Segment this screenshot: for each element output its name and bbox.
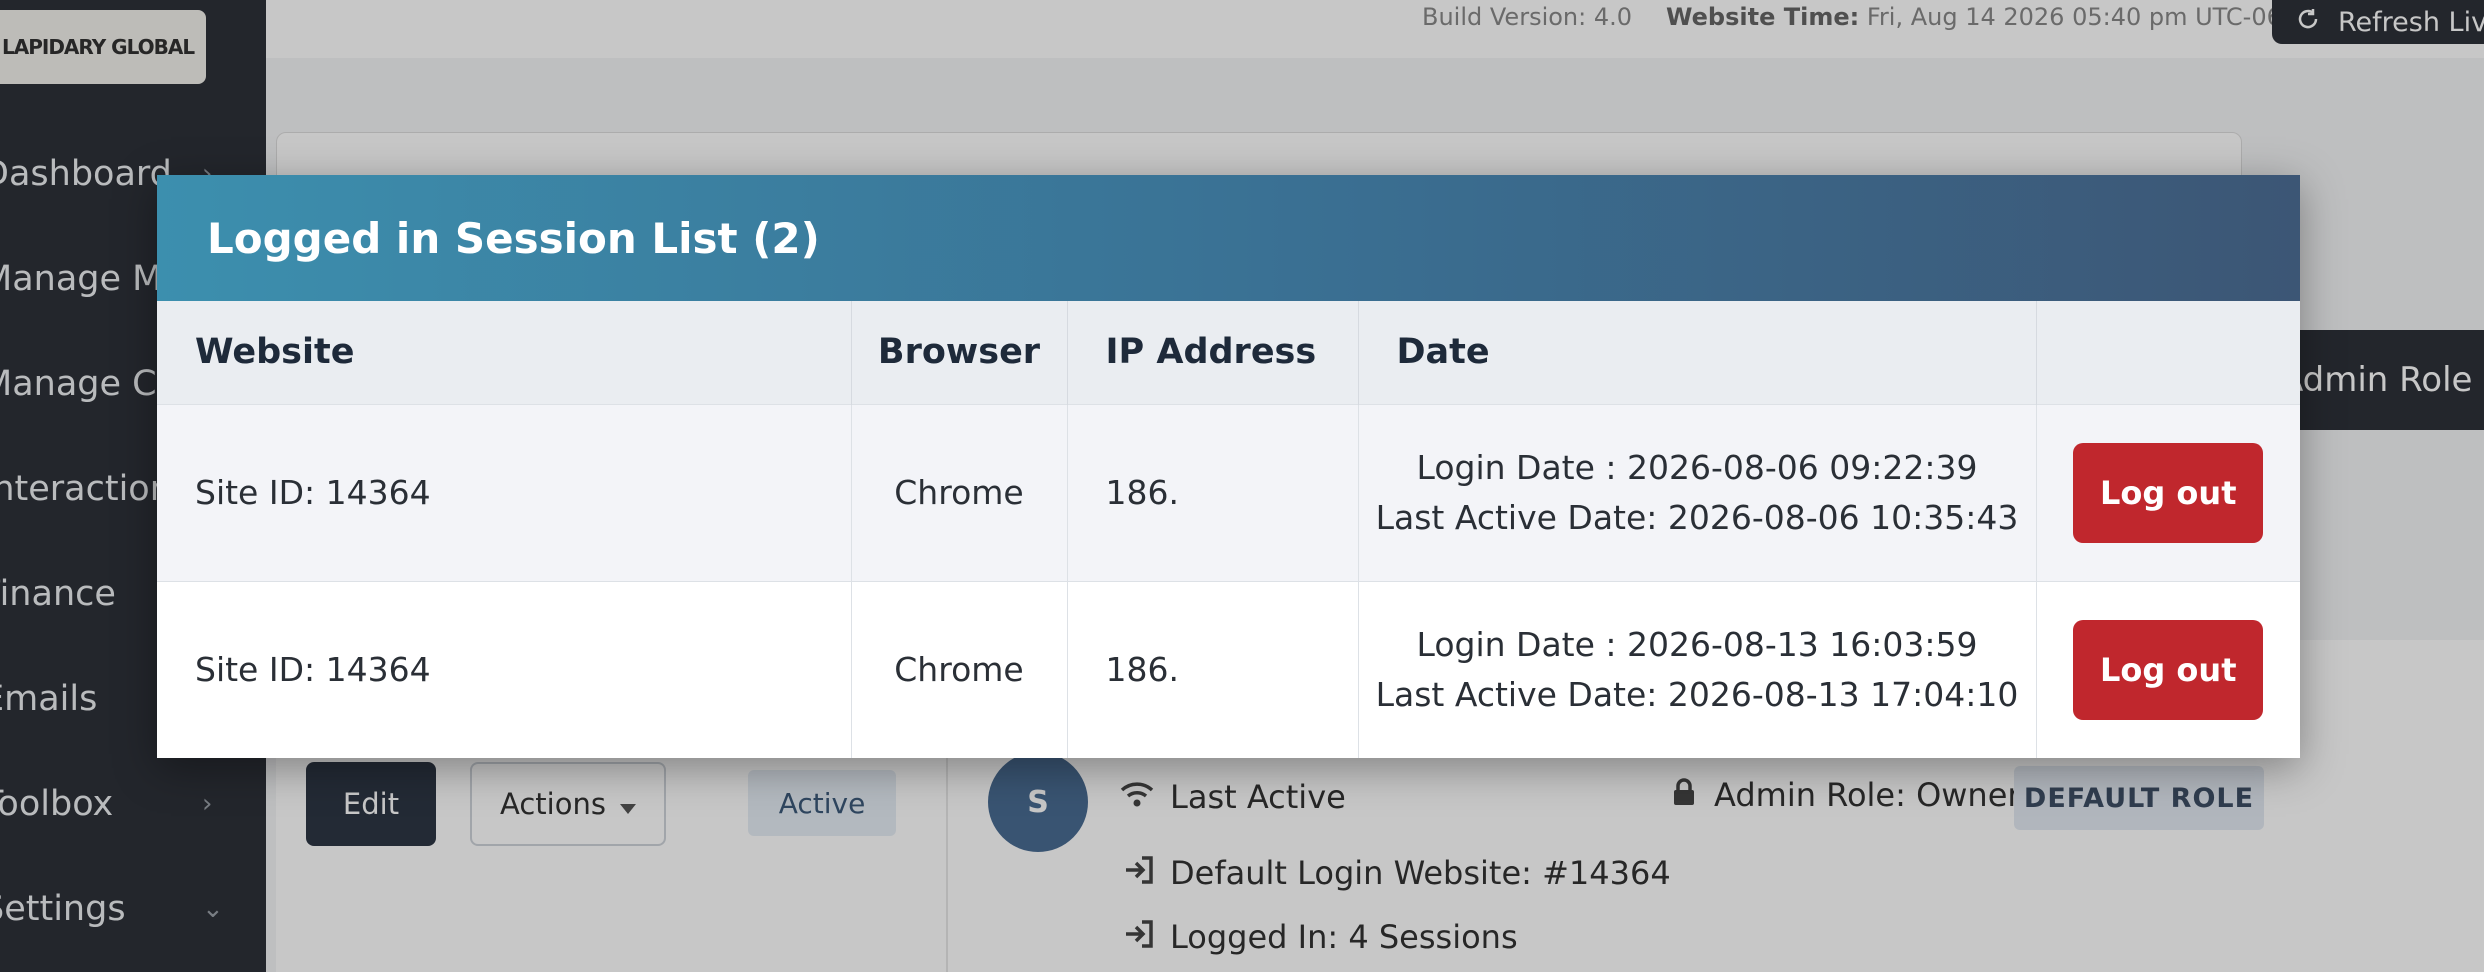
- column-header-browser: Browser: [851, 301, 1068, 404]
- modal-header: Logged in Session List (2): [157, 175, 2300, 301]
- session-table: Website Browser IP Address Date Site ID:…: [157, 301, 2300, 758]
- action-cell: Log out: [2036, 404, 2300, 581]
- table-row: Site ID: 14364 Chrome 186. Login Date : …: [157, 404, 2300, 581]
- date-cell: Login Date : 2026-08-06 09:22:39 Last Ac…: [1358, 404, 2037, 581]
- date-cell: Login Date : 2026-08-13 16:03:59 Last Ac…: [1358, 581, 2037, 758]
- login-date: Login Date : 2026-08-06 09:22:39: [1416, 447, 1978, 487]
- browser-cell: Chrome: [851, 404, 1068, 581]
- login-date: Login Date : 2026-08-13 16:03:59: [1416, 624, 1978, 664]
- log-out-button[interactable]: Log out: [2073, 619, 2264, 720]
- column-header-date: Date: [1358, 301, 2037, 404]
- session-list-modal: Logged in Session List (2) Website Brows…: [157, 175, 2300, 758]
- website-cell: Site ID: 14364: [157, 581, 852, 758]
- ip-cell: 186.: [1067, 581, 1359, 758]
- column-header-website: Website: [157, 301, 852, 404]
- log-out-button[interactable]: Log out: [2073, 442, 2264, 543]
- browser-cell: Chrome: [851, 581, 1068, 758]
- table-row: Site ID: 14364 Chrome 186. Login Date : …: [157, 581, 2300, 758]
- last-active-date: Last Active Date: 2026-08-06 10:35:43: [1375, 497, 2019, 537]
- action-cell: Log out: [2036, 581, 2300, 758]
- column-header-action: [2036, 301, 2300, 404]
- last-active-date: Last Active Date: 2026-08-13 17:04:10: [1375, 674, 2019, 714]
- modal-title: Logged in Session List (2): [207, 213, 820, 263]
- table-header-row: Website Browser IP Address Date: [157, 301, 2300, 404]
- website-cell: Site ID: 14364: [157, 404, 852, 581]
- ip-cell: 186.: [1067, 404, 1359, 581]
- column-header-ip: IP Address: [1067, 301, 1359, 404]
